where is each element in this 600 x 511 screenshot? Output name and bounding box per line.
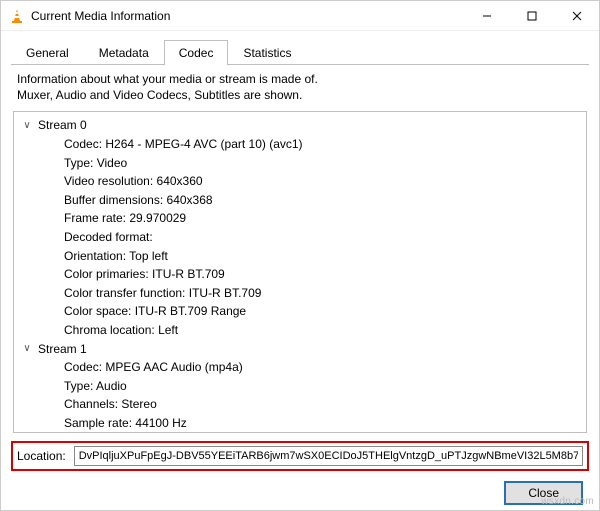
stream-title: Stream 0	[38, 116, 87, 135]
location-label: Location:	[17, 449, 66, 463]
stream-title: Stream 1	[38, 340, 87, 359]
window-title: Current Media Information	[31, 9, 464, 23]
chevron-down-icon[interactable]: ∨	[20, 341, 34, 357]
list-item: Video resolution: 640x360	[20, 172, 580, 191]
location-row: Location:	[11, 441, 589, 471]
location-input[interactable]	[74, 446, 583, 466]
list-item: Bits per sample: 32	[20, 432, 580, 433]
stream-1-header[interactable]: ∨ Stream 1	[20, 340, 580, 359]
chevron-down-icon[interactable]: ∨	[20, 118, 34, 134]
description-line: Information about what your media or str…	[17, 71, 583, 87]
minimize-button[interactable]	[464, 1, 509, 30]
list-item: Type: Audio	[20, 377, 580, 396]
dialog-footer: Close	[1, 475, 599, 511]
close-window-button[interactable]	[554, 1, 599, 30]
tab-metadata[interactable]: Metadata	[84, 40, 164, 65]
list-item: Sample rate: 44100 Hz	[20, 414, 580, 433]
description: Information about what your media or str…	[1, 65, 599, 107]
list-item: Codec: H264 - MPEG-4 AVC (part 10) (avc1…	[20, 135, 580, 154]
tab-codec[interactable]: Codec	[164, 40, 229, 65]
tab-bar: General Metadata Codec Statistics	[1, 31, 599, 64]
list-item: Decoded format:	[20, 228, 580, 247]
list-item: Color transfer function: ITU-R BT.709	[20, 284, 580, 303]
watermark: wsxdn.com	[541, 496, 594, 507]
list-item: Frame rate: 29.970029	[20, 209, 580, 228]
list-item: Type: Video	[20, 154, 580, 173]
description-line: Muxer, Audio and Video Codecs, Subtitles…	[17, 87, 583, 103]
list-item: Chroma location: Left	[20, 321, 580, 340]
list-item: Channels: Stereo	[20, 395, 580, 414]
list-item: Buffer dimensions: 640x368	[20, 191, 580, 210]
list-item: Codec: MPEG AAC Audio (mp4a)	[20, 358, 580, 377]
codec-tree[interactable]: ∨ Stream 0 Codec: H264 - MPEG-4 AVC (par…	[13, 111, 587, 433]
tab-statistics[interactable]: Statistics	[228, 40, 306, 65]
stream-0-header[interactable]: ∨ Stream 0	[20, 116, 580, 135]
list-item: Orientation: Top left	[20, 247, 580, 266]
titlebar: Current Media Information	[1, 1, 599, 31]
list-item: Color space: ITU-R BT.709 Range	[20, 302, 580, 321]
list-item: Color primaries: ITU-R BT.709	[20, 265, 580, 284]
maximize-button[interactable]	[509, 1, 554, 30]
window-buttons	[464, 1, 599, 30]
tab-general[interactable]: General	[11, 40, 84, 65]
vlc-cone-icon	[9, 8, 25, 24]
